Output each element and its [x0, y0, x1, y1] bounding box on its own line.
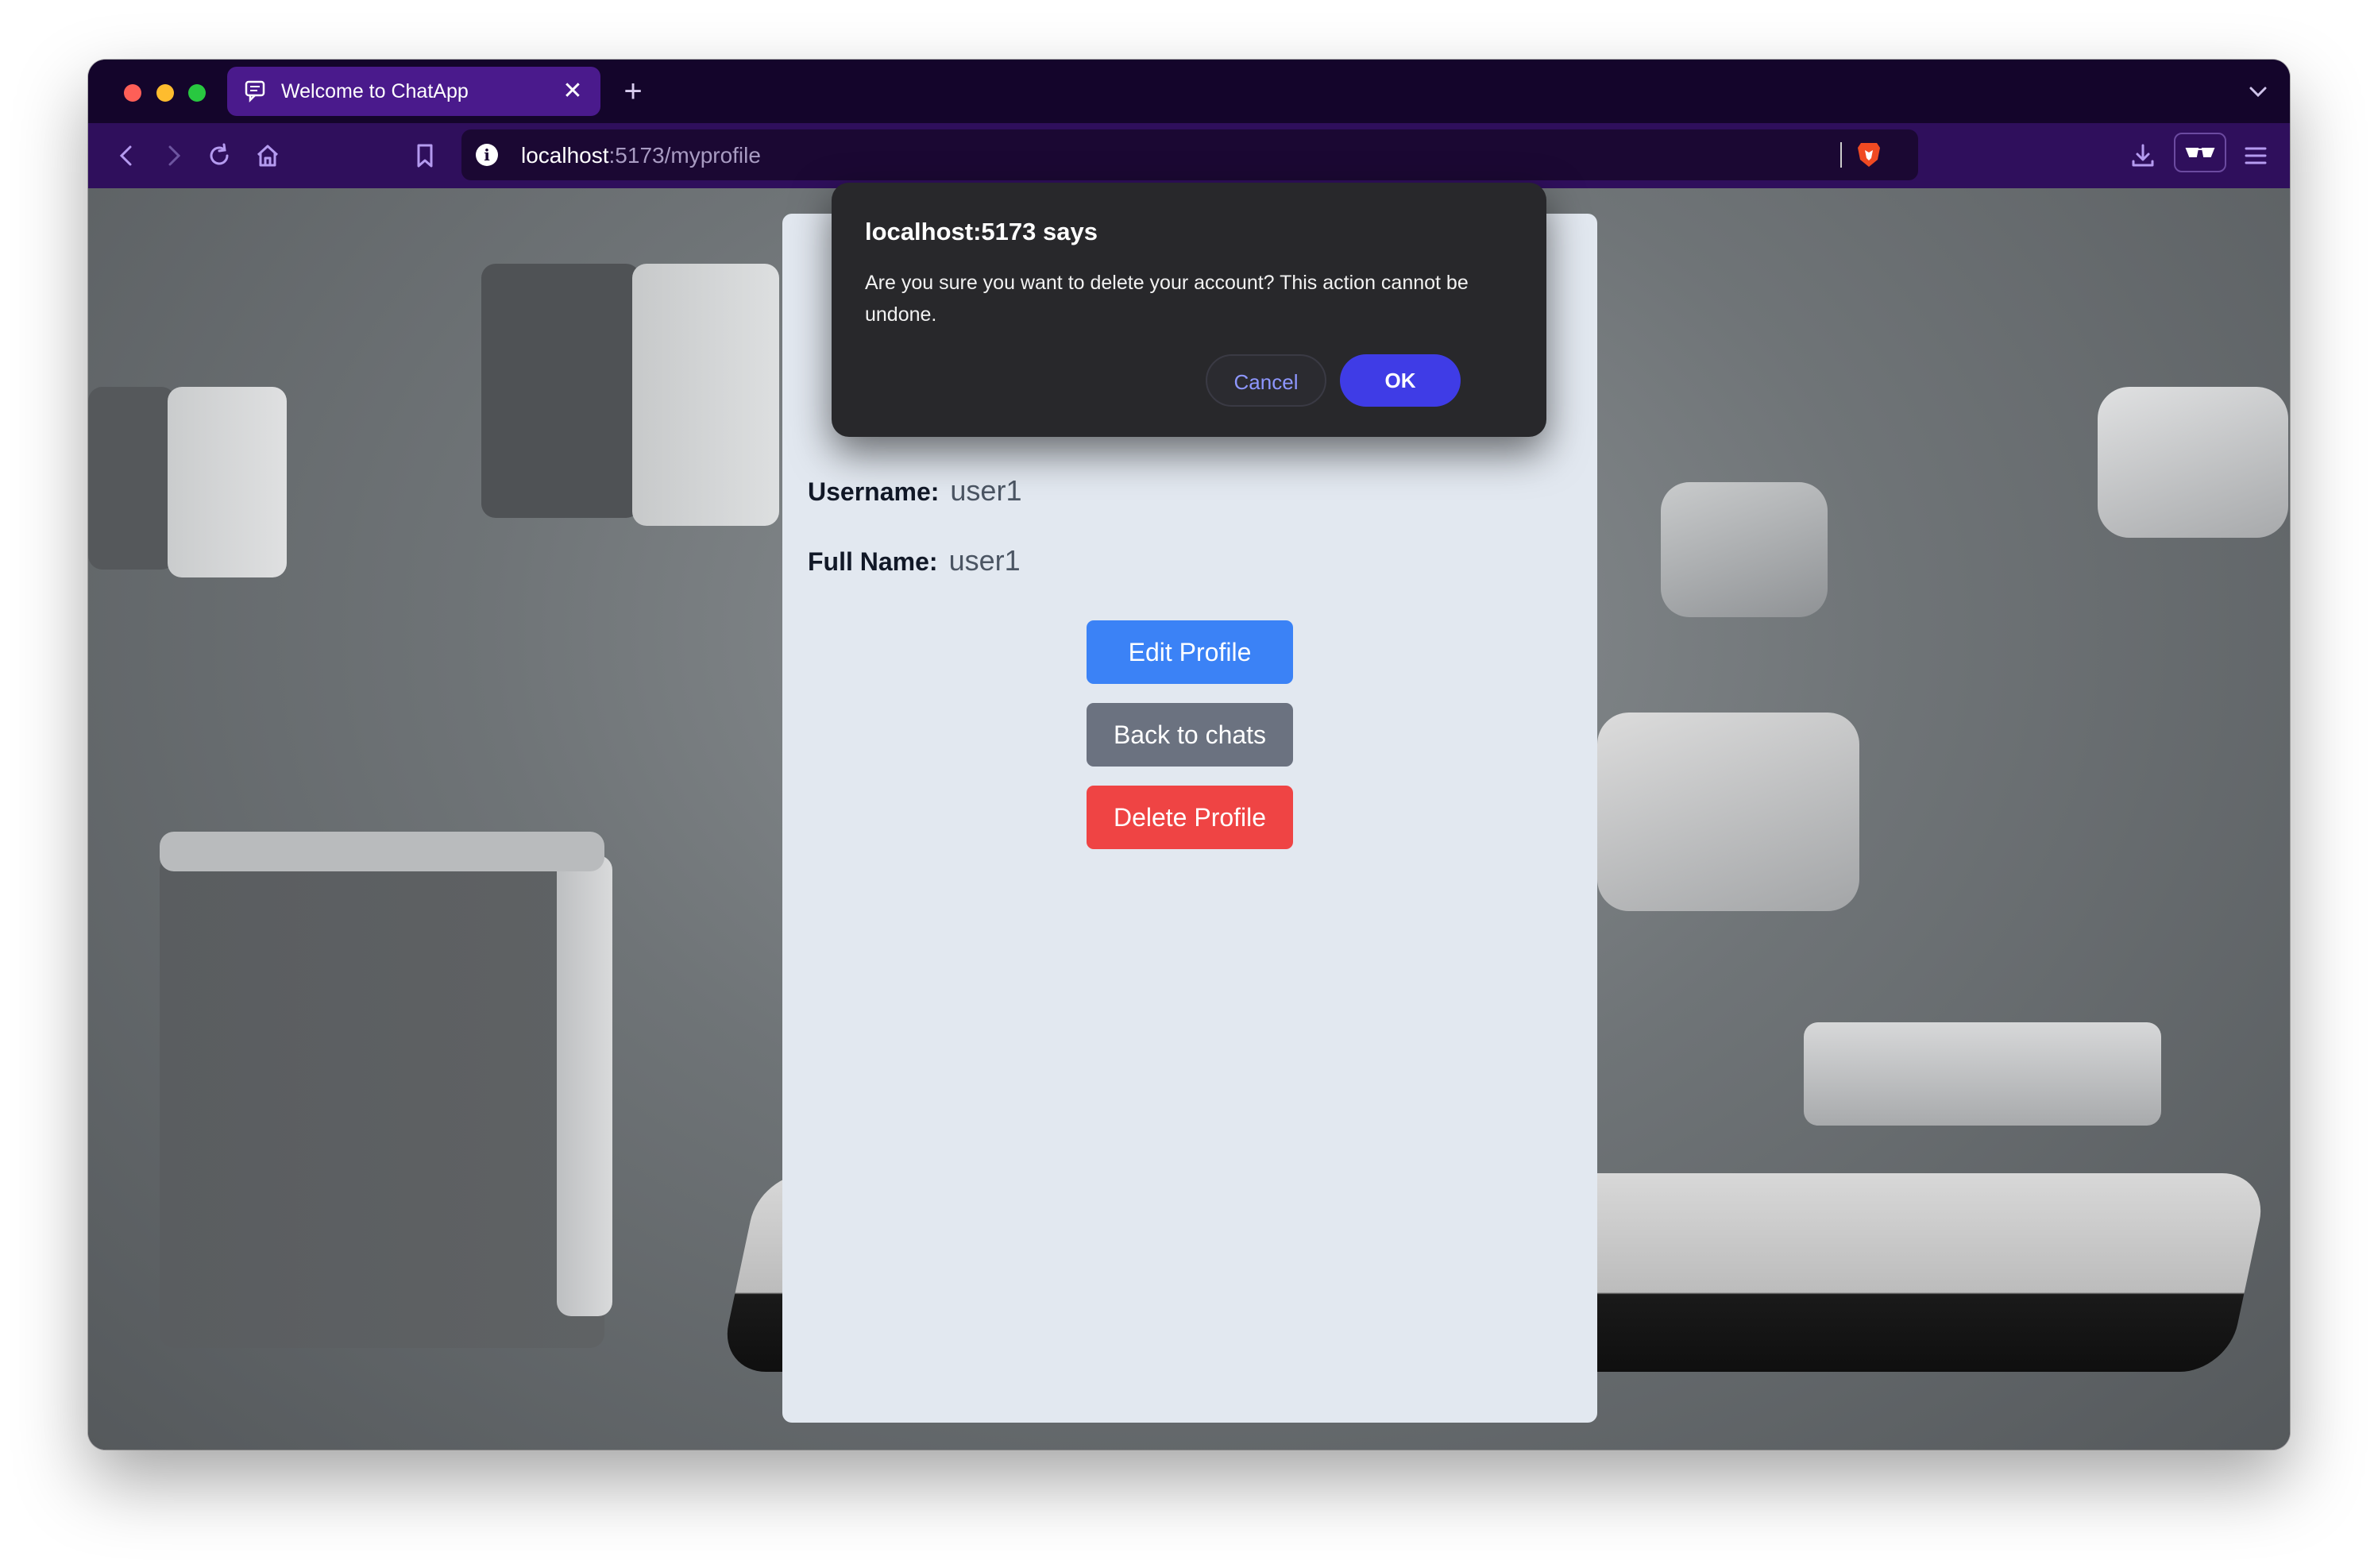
fullname-value: user1 — [948, 544, 1021, 577]
dialog-ok-button[interactable]: OK — [1340, 354, 1461, 407]
delete-profile-button[interactable]: Delete Profile — [1087, 786, 1293, 849]
minimize-window-button[interactable] — [156, 84, 174, 102]
background-slab — [1804, 1022, 2161, 1126]
tab-chatapp[interactable]: Welcome to ChatApp ✕ — [227, 67, 600, 116]
background-chat-bubble-right — [2098, 387, 2288, 570]
maximize-window-button[interactable] — [188, 84, 206, 102]
address-bar[interactable]: i localhost:5173/myprofile — [461, 129, 1918, 180]
bookmark-icon[interactable] — [408, 139, 442, 172]
hamburger-menu-icon[interactable] — [2239, 139, 2272, 172]
url-host: localhost — [521, 143, 609, 168]
reader-mode-button[interactable] — [2174, 133, 2226, 172]
reload-icon[interactable] — [203, 139, 236, 172]
forward-arrow-icon[interactable] — [156, 139, 190, 172]
username-row: Username: user1 — [808, 474, 1021, 508]
chevron-down-icon[interactable] — [2244, 77, 2272, 106]
back-arrow-icon[interactable] — [110, 139, 144, 172]
glasses-icon — [2185, 148, 2215, 157]
chat-favicon-icon — [245, 80, 265, 103]
dialog-title: localhost:5173 says — [865, 218, 1098, 245]
browser-window: Welcome to ChatApp ✕ + i localhost:5173/… — [88, 60, 2290, 1450]
new-tab-button[interactable]: + — [616, 74, 650, 109]
background-chat-bubble-mid — [1661, 482, 1828, 657]
background-cube-left — [88, 387, 295, 577]
back-to-chats-button[interactable]: Back to chats — [1087, 703, 1293, 767]
url-text[interactable]: localhost:5173/myprofile — [521, 143, 761, 168]
username-value: user1 — [950, 474, 1022, 507]
download-icon[interactable] — [2126, 139, 2160, 172]
browser-toolbar: i localhost:5173/myprofile — [88, 123, 2290, 188]
dialog-message: Are you sure you want to delete your acc… — [865, 272, 1469, 326]
url-path: :5173/myprofile — [608, 143, 761, 168]
fullname-row: Full Name: user1 — [808, 544, 1021, 577]
home-icon[interactable] — [251, 139, 284, 172]
site-info-icon[interactable]: i — [476, 144, 498, 166]
tab-title: Welcome to ChatApp — [281, 80, 469, 102]
close-window-button[interactable] — [124, 84, 141, 102]
tab-close-icon[interactable]: ✕ — [558, 76, 588, 106]
fullname-label: Full Name: — [808, 547, 938, 576]
url-divider — [1840, 142, 1842, 168]
confirm-dialog: localhost:5173 says Are you sure you wan… — [832, 183, 1546, 437]
edit-profile-button[interactable]: Edit Profile — [1087, 620, 1293, 684]
dialog-cancel-button[interactable]: Cancel — [1206, 354, 1326, 407]
username-label: Username: — [808, 477, 940, 506]
background-chat-bubble-large — [1597, 713, 1859, 935]
tab-strip: Welcome to ChatApp ✕ + — [88, 60, 2290, 123]
background-cube-large — [160, 832, 612, 1348]
brave-shields-icon[interactable] — [1856, 141, 1882, 169]
background-cube-top — [481, 264, 783, 526]
